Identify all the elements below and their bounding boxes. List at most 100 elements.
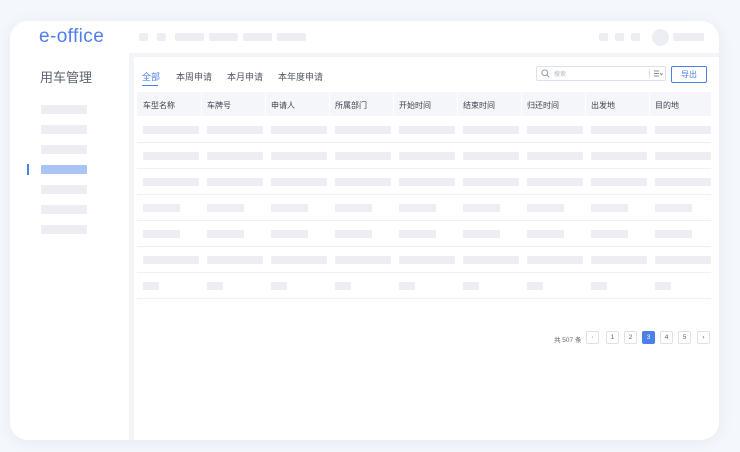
table-cell-placeholder bbox=[527, 126, 583, 134]
top-nav-placeholder[interactable] bbox=[243, 33, 272, 41]
page-button[interactable]: 4 bbox=[660, 331, 673, 344]
avatar[interactable] bbox=[652, 29, 669, 46]
top-action-placeholder[interactable] bbox=[599, 33, 608, 41]
table-cell-placeholder bbox=[463, 152, 519, 160]
table-cell-placeholder bbox=[527, 204, 564, 212]
content-panel: 全部 本周申请 本月申请 本年度申请 搜索 导出 车型名称 车牌号 申请人 所属… bbox=[134, 57, 719, 440]
tab-this-week[interactable]: 本周申请 bbox=[176, 70, 212, 83]
filter-icon[interactable] bbox=[653, 69, 663, 78]
top-action-placeholder[interactable] bbox=[615, 33, 624, 41]
row-divider bbox=[137, 246, 711, 247]
table-cell-placeholder bbox=[527, 282, 543, 290]
search-input[interactable]: 搜索 bbox=[536, 66, 666, 81]
table-cell-placeholder bbox=[271, 230, 308, 238]
tab-all[interactable]: 全部 bbox=[142, 70, 160, 83]
table-cell-placeholder bbox=[271, 282, 287, 290]
table-cell-placeholder bbox=[463, 256, 519, 264]
table-cell-placeholder bbox=[655, 282, 671, 290]
table-cell-placeholder bbox=[207, 256, 263, 264]
table-cell-placeholder bbox=[335, 152, 391, 160]
table-cell-placeholder bbox=[591, 204, 628, 212]
app-logo[interactable]: e-office bbox=[39, 26, 104, 48]
table-cell-placeholder bbox=[207, 178, 263, 186]
top-nav-placeholder[interactable] bbox=[139, 33, 148, 41]
row-divider bbox=[137, 298, 711, 299]
table-cell-placeholder bbox=[655, 126, 711, 134]
tab-this-month[interactable]: 本月申请 bbox=[227, 70, 263, 83]
column-header[interactable]: 车型名称 bbox=[143, 100, 175, 111]
table-cell-placeholder bbox=[207, 204, 244, 212]
table-header: 车型名称 车牌号 申请人 所属部门 开始时间 结束时间 归还时间 出发地 目的地 bbox=[137, 92, 711, 116]
top-action-placeholder[interactable] bbox=[631, 33, 640, 41]
table-cell-placeholder bbox=[207, 282, 223, 290]
table-cell-placeholder bbox=[655, 230, 692, 238]
column-header[interactable]: 车牌号 bbox=[207, 100, 231, 111]
sidebar-item[interactable] bbox=[41, 205, 87, 214]
sidebar-item[interactable] bbox=[41, 145, 87, 154]
next-page-button[interactable]: › bbox=[697, 331, 710, 344]
top-nav-placeholder[interactable] bbox=[175, 33, 204, 41]
table-cell-placeholder bbox=[655, 204, 692, 212]
user-name-placeholder[interactable] bbox=[673, 33, 704, 41]
sidebar-active-marker bbox=[27, 164, 29, 175]
table-cell-placeholder bbox=[399, 256, 455, 264]
search-icon bbox=[541, 69, 550, 78]
table-cell-placeholder bbox=[335, 204, 372, 212]
page-button[interactable]: 2 bbox=[624, 331, 637, 344]
page-button[interactable]: 5 bbox=[678, 331, 691, 344]
column-divider bbox=[649, 92, 650, 116]
prev-page-button[interactable]: ‹ bbox=[586, 331, 599, 344]
sidebar-item-active[interactable] bbox=[41, 165, 87, 174]
table-cell-placeholder bbox=[527, 256, 583, 264]
table-cell-placeholder bbox=[207, 230, 244, 238]
table-cell-placeholder bbox=[207, 126, 263, 134]
column-divider bbox=[201, 92, 202, 116]
row-divider bbox=[137, 194, 711, 195]
table-cell-placeholder bbox=[655, 178, 711, 186]
export-button[interactable]: 导出 bbox=[671, 66, 707, 83]
table-cell-placeholder bbox=[143, 204, 180, 212]
main-area: 用车管理 全部 本周申请 本月申请 本年度申请 搜索 导出 车型名称 车牌号 申… bbox=[10, 53, 719, 440]
column-header[interactable]: 目的地 bbox=[655, 100, 679, 111]
sidebar-title: 用车管理 bbox=[40, 70, 93, 85]
sidebar-item[interactable] bbox=[41, 185, 87, 194]
top-nav-placeholder[interactable] bbox=[277, 33, 306, 41]
tab-this-year[interactable]: 本年度申请 bbox=[278, 70, 323, 83]
table-cell-placeholder bbox=[271, 178, 327, 186]
column-header[interactable]: 开始时间 bbox=[399, 100, 431, 111]
page-button[interactable]: 1 bbox=[606, 331, 619, 344]
table-cell-placeholder bbox=[463, 126, 519, 134]
page-button-active[interactable]: 3 bbox=[642, 331, 655, 344]
table-cell-placeholder bbox=[591, 256, 647, 264]
table-cell-placeholder bbox=[463, 204, 500, 212]
table-cell-placeholder bbox=[143, 126, 199, 134]
table-cell-placeholder bbox=[463, 178, 519, 186]
table-cell-placeholder bbox=[655, 256, 711, 264]
table-cell-placeholder bbox=[399, 126, 455, 134]
table-cell-placeholder bbox=[463, 230, 500, 238]
table-cell-placeholder bbox=[527, 230, 564, 238]
column-header[interactable]: 结束时间 bbox=[463, 100, 495, 111]
top-nav-placeholder[interactable] bbox=[157, 33, 166, 41]
row-divider bbox=[137, 220, 711, 221]
table-cell-placeholder bbox=[399, 152, 455, 160]
table-cell-placeholder bbox=[591, 230, 628, 238]
sidebar-item[interactable] bbox=[41, 225, 87, 234]
sidebar-item[interactable] bbox=[41, 125, 87, 134]
column-header[interactable]: 归还时间 bbox=[527, 100, 559, 111]
row-divider bbox=[137, 142, 711, 143]
column-header[interactable]: 申请人 bbox=[271, 100, 295, 111]
table-cell-placeholder bbox=[271, 152, 327, 160]
search-divider bbox=[649, 69, 650, 78]
row-divider bbox=[137, 168, 711, 169]
top-nav-placeholder[interactable] bbox=[209, 33, 238, 41]
table-cell-placeholder bbox=[143, 256, 199, 264]
search-placeholder: 搜索 bbox=[554, 72, 567, 78]
column-header[interactable]: 所属部门 bbox=[335, 100, 367, 111]
column-divider bbox=[585, 92, 586, 116]
table-cell-placeholder bbox=[335, 256, 391, 264]
table-cell-placeholder bbox=[591, 126, 647, 134]
sidebar-item[interactable] bbox=[41, 105, 87, 114]
column-header[interactable]: 出发地 bbox=[591, 100, 615, 111]
table-cell-placeholder bbox=[399, 204, 436, 212]
